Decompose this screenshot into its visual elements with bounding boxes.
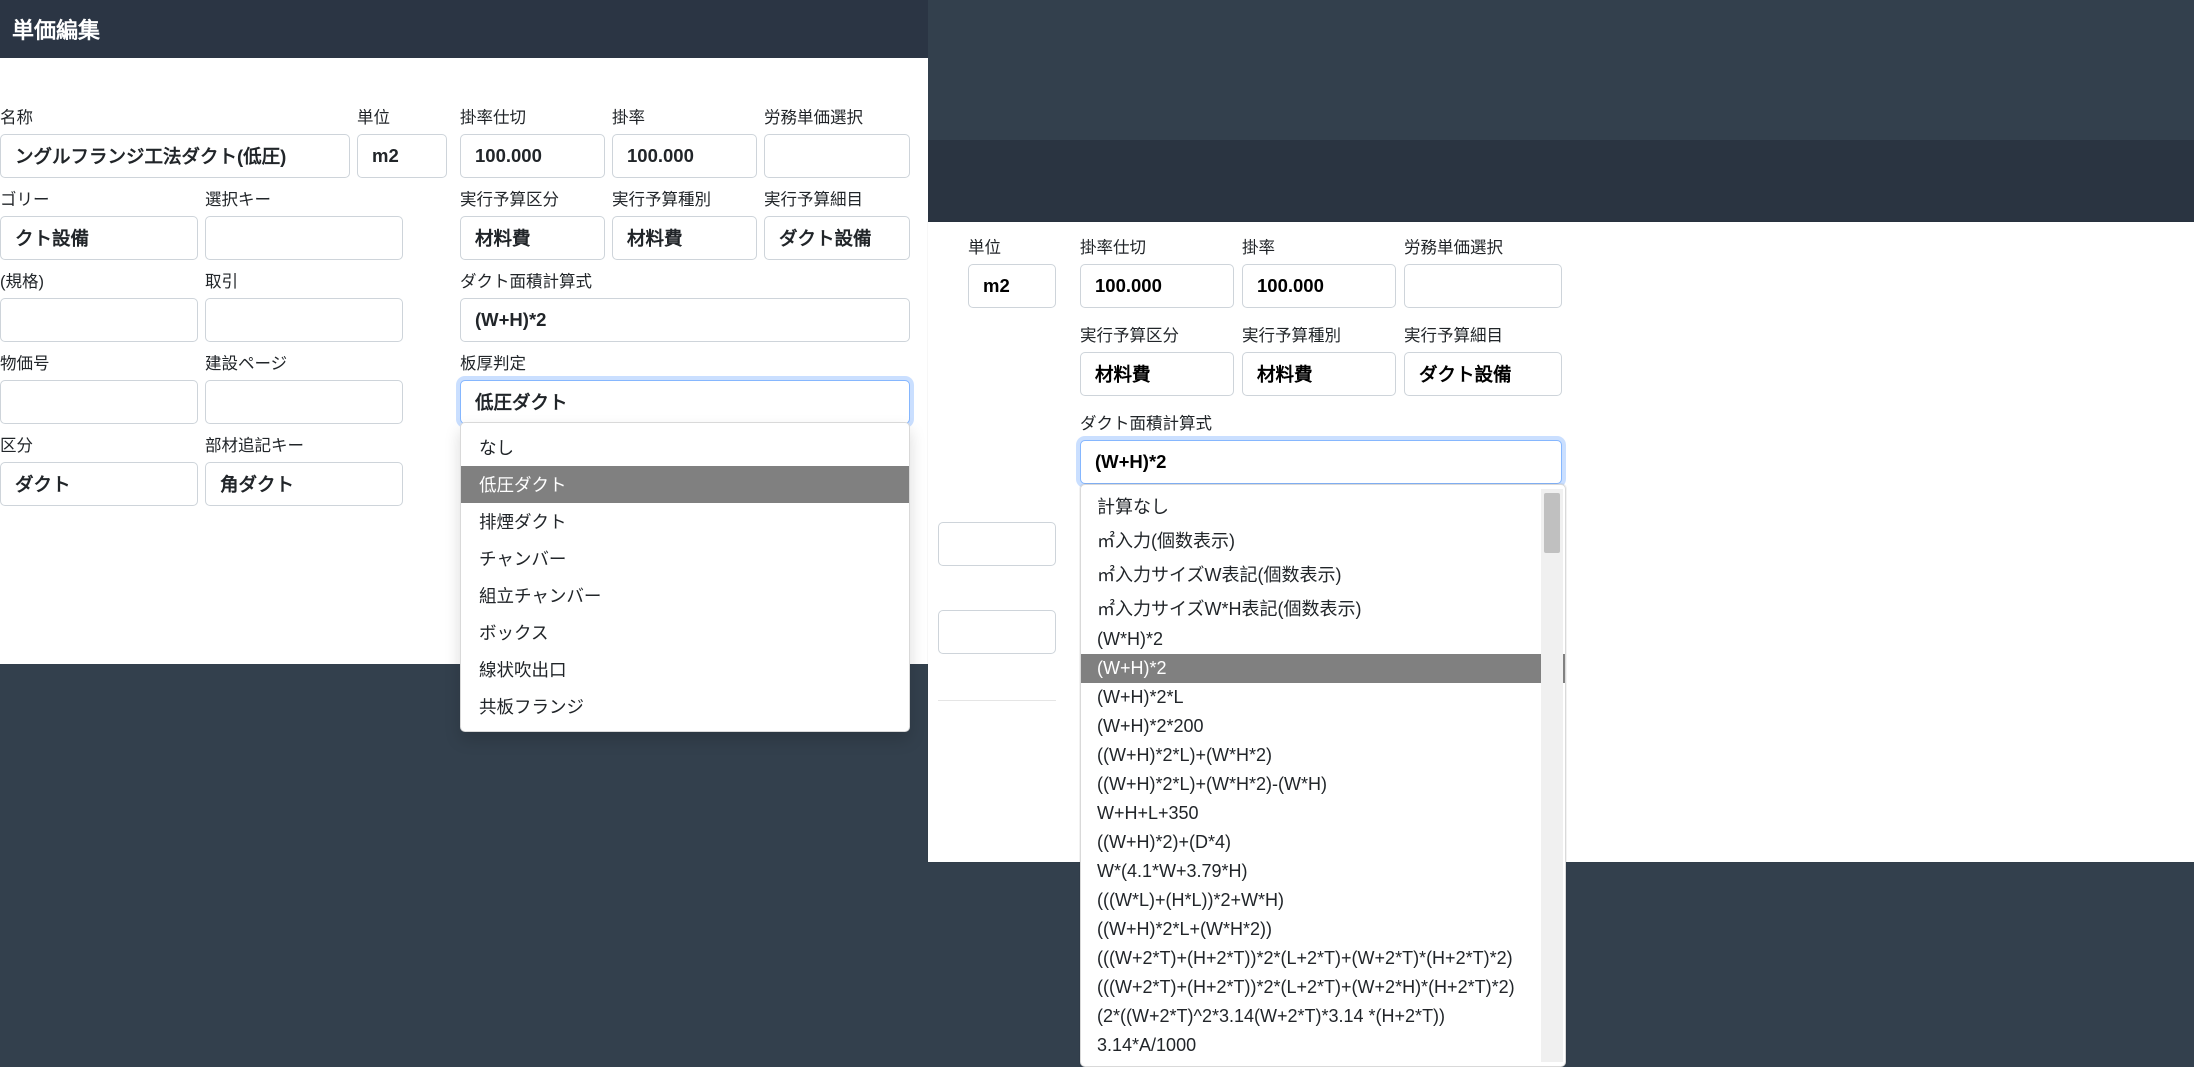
modal-title: 単価編集 — [0, 0, 928, 58]
label-area-formula: ダクト面積計算式 — [460, 268, 910, 292]
label-exec-detail: 実行予算細目 — [764, 186, 910, 210]
formula-option[interactable]: (((W+2*T)+(H+2*T))*2*(L+2*T)+(W+2*T)*(H+… — [1081, 944, 1565, 973]
formula-option[interactable]: ((W+H)*2*L+(W*H*2)) — [1081, 915, 1565, 944]
r-input-area-formula[interactable] — [1080, 440, 1562, 484]
input-select-key[interactable] — [205, 216, 403, 260]
scrollbar-thumb[interactable] — [1544, 493, 1560, 553]
formula-option[interactable]: ㎡入力サイズW表記(個数表示) — [1081, 557, 1565, 591]
input-rate[interactable] — [612, 134, 757, 178]
r-input-exec-div[interactable] — [1080, 352, 1234, 396]
formula-option[interactable]: (W+H)*2 — [1081, 654, 1565, 683]
formula-option[interactable]: (W*H)*2 — [1081, 625, 1565, 654]
formula-option[interactable]: (W+H)*2*200 — [1081, 712, 1565, 741]
r-input-labor-unit[interactable] — [1404, 264, 1562, 308]
input-rate-div[interactable] — [460, 134, 605, 178]
thickness-option[interactable]: 低圧ダクト — [461, 466, 909, 503]
label-section: 区分 — [0, 432, 198, 456]
label-price-no: 物価号 — [0, 350, 198, 374]
thickness-dropdown[interactable]: なし低圧ダクト排煙ダクトチャンバー組立チャンバーボックス線状吹出口共板フランジ — [460, 422, 910, 732]
formula-option[interactable]: W+H+L+350 — [1081, 799, 1565, 828]
label-rate-div: 掛率仕切 — [460, 104, 605, 128]
formula-option[interactable]: (2*((W+2*T)^2*3.14(W+2*T)*3.14 *(H+2*T)) — [1081, 1002, 1565, 1031]
formula-option[interactable]: 計算なし — [1081, 489, 1565, 523]
formula-option[interactable]: ((W+H)*2*L)+(W*H*2)-(W*H) — [1081, 770, 1565, 799]
input-const-page[interactable] — [205, 380, 403, 424]
label-labor-unit: 労務単価選択 — [764, 104, 910, 128]
r-label-labor-unit: 労務単価選択 — [1404, 234, 1562, 258]
formula-option[interactable]: (((W+2*T)+(H+2*T))*2*(L+2*T)+(W+2*H)*(H+… — [1081, 973, 1565, 1002]
input-name[interactable] — [0, 134, 350, 178]
scrollbar[interactable] — [1541, 489, 1563, 1062]
r-input-hidden1[interactable] — [938, 522, 1056, 566]
input-unit[interactable] — [357, 134, 447, 178]
thickness-option[interactable]: 排煙ダクト — [461, 503, 909, 540]
r-label-area-formula: ダクト面積計算式 — [1080, 410, 2194, 434]
input-part-key[interactable] — [205, 462, 403, 506]
r-input-exec-detail[interactable] — [1404, 352, 1562, 396]
formula-option[interactable]: ((W+H)*2*L)+(W*H*2) — [1081, 741, 1565, 770]
label-thickness: 板厚判定 — [460, 350, 910, 374]
label-const-page: 建設ページ — [205, 350, 403, 374]
label-rate: 掛率 — [612, 104, 757, 128]
label-name: 名称 — [0, 104, 350, 128]
r-label-rate: 掛率 — [1242, 234, 1396, 258]
r-input-rate-div[interactable] — [1080, 264, 1234, 308]
label-category: ゴリー — [0, 186, 198, 210]
formula-option[interactable]: ㎡入力(個数表示) — [1081, 523, 1565, 557]
r-input-rate[interactable] — [1242, 264, 1396, 308]
label-transaction: 取引 — [205, 268, 403, 292]
input-thickness[interactable] — [460, 380, 910, 424]
thickness-option[interactable]: 組立チャンバー — [461, 577, 909, 614]
r-input-hidden2[interactable] — [938, 610, 1056, 654]
formula-option[interactable]: (W+H)*2*L — [1081, 683, 1565, 712]
r-label-exec-div: 実行予算区分 — [1080, 322, 1234, 346]
r-label-exec-detail: 実行予算細目 — [1404, 322, 1562, 346]
formula-dropdown[interactable]: 計算なし㎡入力(個数表示)㎡入力サイズW表記(個数表示)㎡入力サイズW*H表記(… — [1080, 484, 1566, 1067]
formula-option[interactable]: W*(4.1*W+3.79*H) — [1081, 857, 1565, 886]
input-area-formula[interactable] — [460, 298, 910, 342]
thickness-option[interactable]: なし — [461, 429, 909, 466]
thickness-option[interactable]: 共板フランジ — [461, 688, 909, 725]
input-category[interactable] — [0, 216, 198, 260]
r-label-unit: 単位 — [968, 234, 1056, 258]
input-exec-div[interactable] — [460, 216, 605, 260]
label-unit: 単位 — [357, 104, 447, 128]
formula-option[interactable]: ((W+H)*2)+(D*4) — [1081, 828, 1565, 857]
thickness-option[interactable]: ボックス — [461, 614, 909, 651]
r-input-exec-type[interactable] — [1242, 352, 1396, 396]
input-transaction[interactable] — [205, 298, 403, 342]
input-exec-type[interactable] — [612, 216, 757, 260]
label-exec-type: 実行予算種別 — [612, 186, 757, 210]
r-label-rate-div: 掛率仕切 — [1080, 234, 1234, 258]
input-labor-unit[interactable] — [764, 134, 910, 178]
formula-option[interactable]: 3.14*A/1000 — [1081, 1031, 1565, 1060]
formula-option[interactable]: ㎡入力サイズW*H表記(個数表示) — [1081, 591, 1565, 625]
r-input-unit[interactable] — [968, 264, 1056, 308]
input-exec-detail[interactable] — [764, 216, 910, 260]
label-exec-div: 実行予算区分 — [460, 186, 605, 210]
input-price-no[interactable] — [0, 380, 198, 424]
label-part-key: 部材追記キー — [205, 432, 403, 456]
label-select-key: 選択キー — [205, 186, 403, 210]
thickness-option[interactable]: チャンバー — [461, 540, 909, 577]
thickness-option[interactable]: 線状吹出口 — [461, 651, 909, 688]
label-spec: (規格) — [0, 268, 198, 292]
input-section[interactable] — [0, 462, 198, 506]
input-spec[interactable] — [0, 298, 198, 342]
r-label-exec-type: 実行予算種別 — [1242, 322, 1396, 346]
formula-option[interactable]: (((W*L)+(H*L))*2+W*H) — [1081, 886, 1565, 915]
